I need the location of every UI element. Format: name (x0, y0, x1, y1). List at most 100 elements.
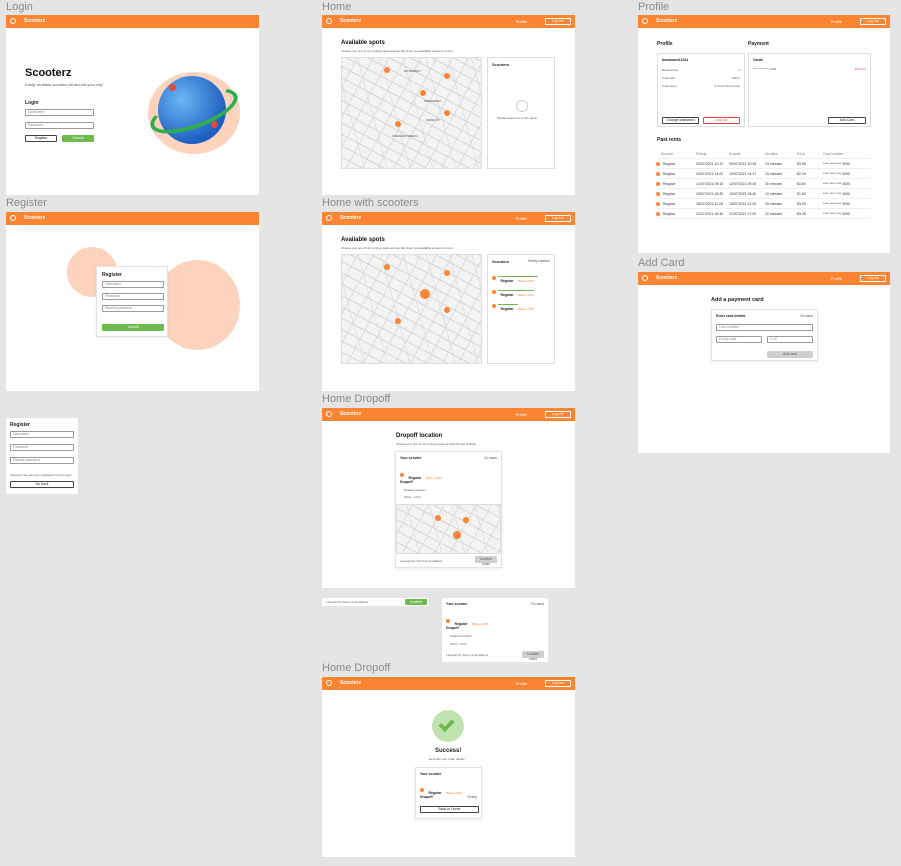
brand-name: Scooterz (340, 215, 362, 221)
go-back-link[interactable]: Go back (531, 602, 544, 606)
cell-price: $3.25 (797, 212, 806, 216)
payment-title: Payment (748, 41, 769, 47)
cell-price: $3.50 (797, 162, 806, 166)
nav-profile-link[interactable]: Profile (831, 276, 842, 281)
add-card-button[interactable]: Add Card (828, 117, 866, 124)
map-pin-icon[interactable] (463, 517, 469, 523)
dropoff-title: Dropoff location (396, 433, 443, 439)
cell-pickup: 18/07/2021 11:05 (696, 202, 723, 206)
go-back-link[interactable]: Go back (484, 456, 497, 460)
option-other[interactable]: Other - 13 kr (450, 642, 467, 646)
logout-button[interactable]: Log out (860, 18, 886, 25)
username-field[interactable]: Username (25, 109, 94, 116)
cvc-field[interactable]: CVC (767, 336, 813, 343)
map-pin-icon[interactable] (384, 67, 390, 73)
register-button[interactable]: Register (25, 135, 57, 142)
table-row: Regular 21/07/2021 16:40 21/07/2021 17:02 2… (656, 209, 871, 219)
repeat-password-field[interactable]: Repeat password (102, 305, 164, 312)
scooter-icon (446, 618, 450, 623)
back-to-home-button[interactable]: Back to Home (420, 806, 479, 813)
cell-card: **** **** **** 4000 (823, 212, 851, 216)
add-card-submit-button[interactable]: Add card (767, 351, 813, 358)
cell-pickup: 12/07/2021 09:15 (696, 182, 724, 186)
map-pin-icon[interactable] (453, 531, 461, 539)
top-bar: Scooterz Profile Log out (322, 15, 575, 28)
terms-checkbox[interactable]: I accept the Terms & Conditions (400, 559, 442, 563)
nav-profile-link[interactable]: Profile (516, 19, 527, 24)
confirm-order-button[interactable]: Confirm order (405, 599, 427, 606)
register-mobile-card: Register Username Password Repeat passwo… (6, 418, 78, 494)
option-nearest[interactable]: Nearest location (450, 634, 472, 638)
logout-button[interactable]: Log out (545, 215, 571, 222)
confirm-order-button[interactable]: Confirm order (522, 651, 544, 661)
map-pin-icon[interactable] (395, 121, 401, 127)
add-card-frame: Scooterz Profile Log out Add a payment c… (638, 272, 890, 453)
map-pin-icon[interactable] (420, 289, 430, 299)
frame-title-home: Home (322, 1, 352, 13)
cell-duration: 23 minutes (765, 162, 783, 166)
username-field[interactable]: Username (10, 431, 74, 438)
city-map[interactable] (341, 254, 482, 364)
scooter-list-item[interactable]: Regular Battery 99% (492, 283, 552, 297)
scooter-list-item[interactable]: Regular Battery 99% (492, 269, 552, 283)
map-pin-icon[interactable] (395, 318, 401, 324)
nav-profile-link[interactable]: Profile (516, 412, 527, 417)
city-map[interactable]: ØSTERBRO NØRREBRO INDRE BY FREDERIKSBERG (341, 57, 482, 169)
logout-button[interactable]: Log out (545, 411, 571, 418)
remove-card-link[interactable]: Remove (855, 67, 866, 71)
cell-card: **** **** **** 4000 (823, 172, 851, 176)
go-back-button[interactable]: Go back (10, 481, 74, 488)
password-field[interactable]: Password (102, 293, 164, 300)
username: bananamel1234 (662, 58, 689, 62)
cell-scooter: Regular (663, 162, 676, 166)
submit-button[interactable]: Submit (102, 324, 164, 331)
map-pin-icon[interactable] (444, 270, 450, 276)
expiry-field[interactable]: Expiry date (716, 336, 762, 343)
card-number-field[interactable]: Card number (716, 324, 813, 331)
password-field[interactable]: Password (25, 122, 94, 129)
scooter-logo-icon (642, 18, 648, 24)
brand-name: Scooterz (340, 411, 362, 417)
username-field[interactable]: Username (102, 281, 164, 288)
option-nearest[interactable]: Nearest location (404, 488, 426, 492)
cell-duration: 22 minutes (765, 212, 783, 216)
terms-checkbox[interactable]: I accept the Terms & Conditions (446, 653, 488, 657)
col-scooter: Scooter (661, 152, 674, 156)
go-back-link[interactable]: Go back (800, 314, 813, 318)
cell-duration: 30 minutes (765, 182, 783, 186)
confirm-order-button[interactable]: Confirm order (475, 556, 497, 566)
map-pin-icon[interactable] (444, 73, 450, 79)
map-pin-icon[interactable] (384, 264, 390, 270)
timely-label: Timely rotation (527, 259, 550, 263)
change-password-button[interactable]: Change password (662, 117, 699, 124)
map-pin-icon[interactable] (444, 307, 450, 313)
cell-pickup: 10/07/2021 14:02 (696, 172, 724, 176)
brand-name: Scooterz (656, 18, 678, 24)
repeat-password-field[interactable]: Repeat password (10, 457, 74, 464)
map-pin-icon (211, 121, 218, 128)
logout-button[interactable]: Log out (545, 680, 571, 687)
battery-bar (498, 290, 534, 291)
nav-profile-link[interactable]: Profile (831, 19, 842, 24)
scooter-icon (492, 303, 496, 308)
cell-dropoff: 12/07/2021 09:45 (729, 182, 757, 186)
nav-profile-link[interactable]: Profile (516, 681, 527, 686)
map-pin-icon[interactable] (435, 515, 441, 521)
scooter-icon (656, 172, 660, 176)
scooter-icon (420, 787, 424, 792)
map-pin-icon[interactable] (444, 110, 450, 116)
scooter-list-item[interactable]: Regular Battery 99% (492, 297, 552, 311)
logout-button[interactable]: Log out (860, 275, 886, 282)
scooter-icon (492, 289, 496, 294)
terms-checkbox[interactable]: I accept the Terms & Conditions (326, 600, 368, 604)
password-field[interactable]: Password (10, 444, 74, 451)
dropoff-subtitle: Choose any one of our renting spots as d… (396, 442, 477, 446)
logout-button[interactable]: Log out (545, 18, 571, 25)
nav-profile-link[interactable]: Profile (516, 216, 527, 221)
option-other[interactable]: Other - 13 kr (404, 495, 421, 499)
map-pin-icon[interactable] (420, 90, 426, 96)
log-out-button[interactable]: Log out (703, 117, 740, 124)
dropoff-map[interactable] (396, 504, 501, 554)
table-row: Regular 12/07/2021 09:15 12/07/2021 09:45 3… (656, 179, 871, 189)
submit-button[interactable]: Submit (62, 135, 94, 142)
